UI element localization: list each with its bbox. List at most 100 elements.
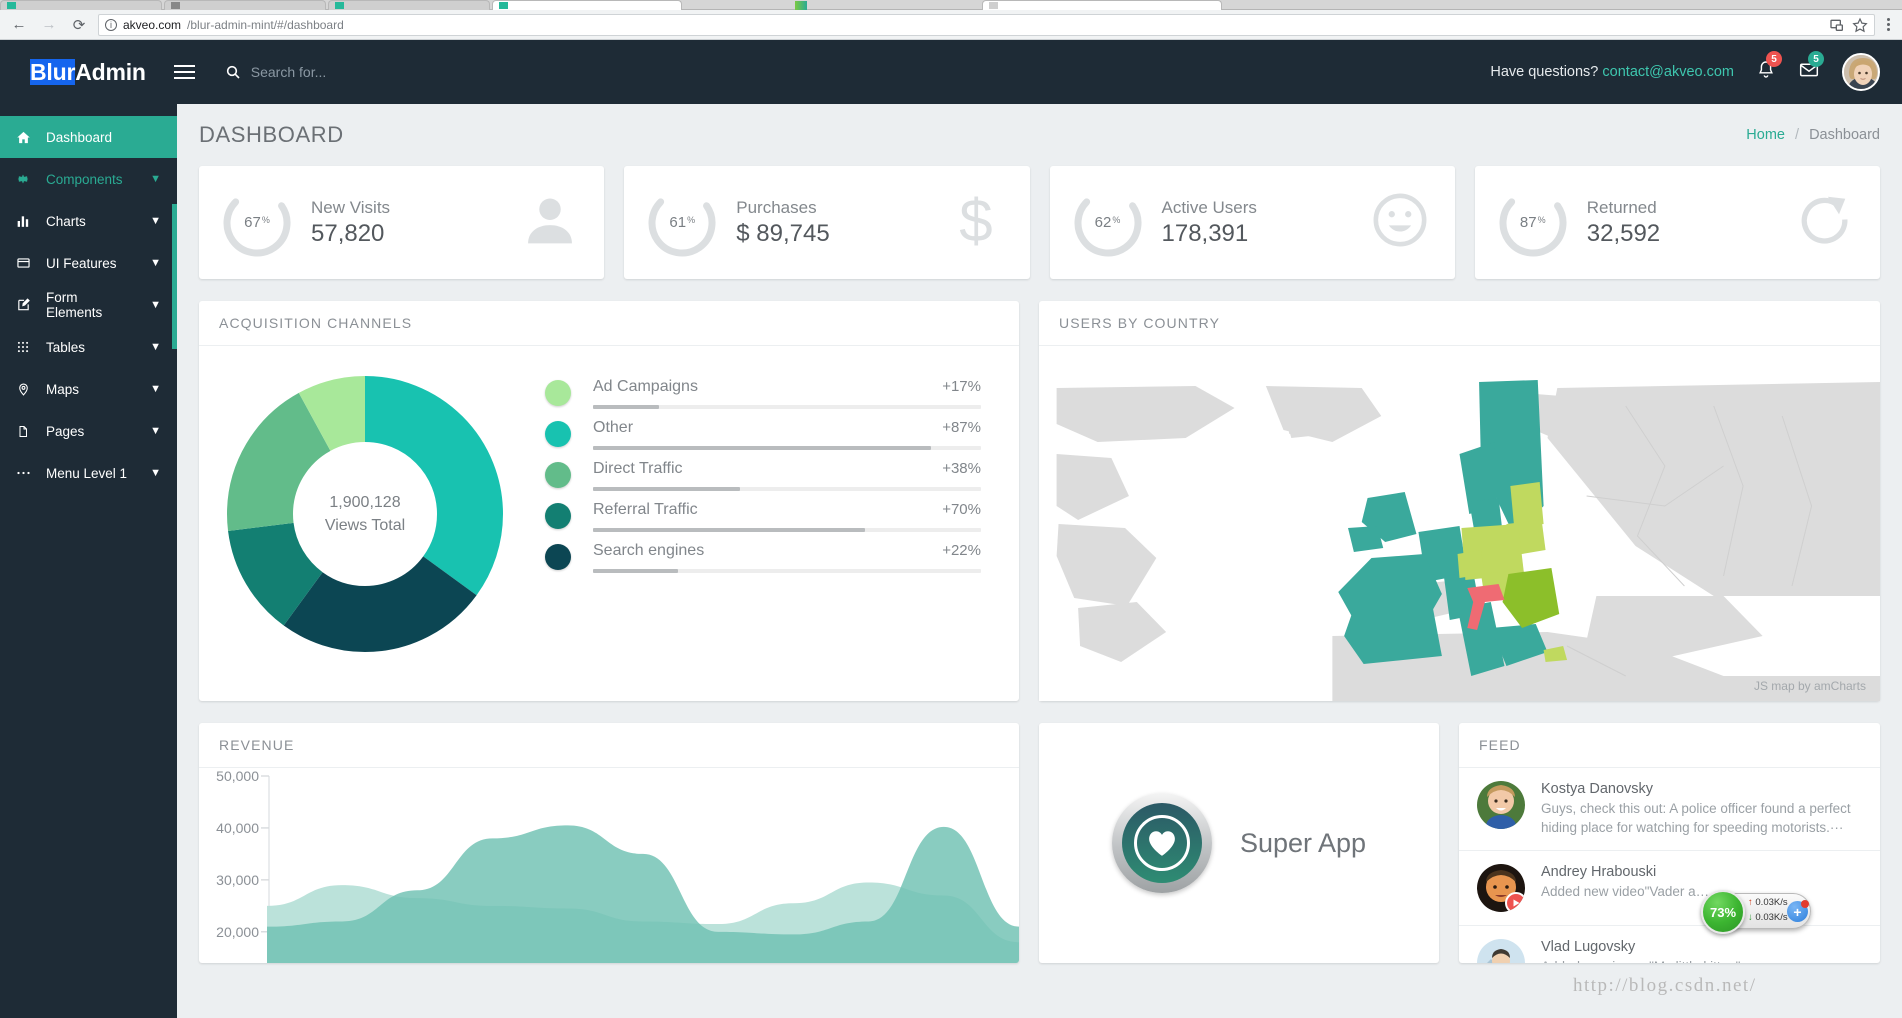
browser-tab[interactable] [328, 0, 490, 10]
refresh-icon [1796, 191, 1854, 254]
forward-arrow-icon[interactable]: → [38, 14, 60, 36]
sidebar-toggle-icon[interactable] [173, 65, 195, 79]
kebab-menu-icon[interactable] [1883, 18, 1894, 31]
feed-message: Guys, check this out: A police officer f… [1541, 801, 1851, 835]
browser-tab[interactable] [0, 0, 162, 10]
reload-icon[interactable]: ⟳ [68, 14, 90, 36]
y-axis-tick-label: 40,000 [216, 820, 259, 836]
sidebar-item-components[interactable]: Components ▼ [0, 158, 177, 200]
super-app-card[interactable]: Super App [1039, 723, 1439, 963]
back-arrow-icon[interactable]: ← [8, 14, 30, 36]
notifications-button[interactable]: 5 [1756, 51, 1782, 85]
cast-icon[interactable] [1829, 17, 1845, 33]
stat-card[interactable]: 61% Purchases $ 89,745 $ [624, 166, 1030, 279]
search-area [225, 64, 471, 80]
sidebar-item-menu-level-1[interactable]: Menu Level 1 ▼ [0, 452, 177, 494]
acquisition-channels-card: ACQUISITION CHANNELS 1,900,128 Views Tot… [199, 301, 1019, 701]
revenue-title: REVENUE [219, 737, 295, 753]
acquisition-donut-chart: 1,900,128 Views Total [215, 364, 515, 664]
gear-icon [14, 172, 32, 186]
site-info-icon[interactable]: i [105, 18, 117, 31]
grid-icon [14, 340, 32, 354]
legend-row[interactable]: Search engines +22% [545, 542, 981, 573]
alert-dot-icon [1801, 900, 1809, 908]
browser-tab-active[interactable] [492, 0, 682, 10]
chevron-down-icon[interactable]: ▼ [150, 299, 161, 311]
address-bar[interactable]: i akveo.com/blur-admin-mint/#/dashboard [98, 13, 1875, 36]
chevron-down-icon[interactable]: ▼ [150, 467, 161, 479]
stat-card[interactable]: 67% New Visits 57,820 [199, 166, 605, 279]
add-widget-button[interactable]: + [1787, 900, 1809, 922]
star-icon[interactable] [1852, 17, 1868, 33]
feed-message: Added new video"Vader a… [1541, 884, 1710, 900]
feed-text-block: Kostya Danovsky Guys, check this out: A p… [1541, 781, 1862, 837]
new-tab-button[interactable] [795, 1, 807, 10]
gauge-percent-value: 61 [669, 214, 687, 231]
legend-row[interactable]: Referral Traffic +70% [545, 501, 981, 532]
breadcrumb-home[interactable]: Home [1746, 127, 1785, 143]
legend-top: Ad Campaigns +17% [593, 378, 981, 396]
map-pin-icon [14, 382, 32, 397]
legend-delta: +22% [942, 542, 981, 559]
contact-email-link[interactable]: contact@akveo.com [1602, 64, 1734, 80]
feed-item[interactable]: Vlad Lugovsky Added new image"My little k… [1459, 926, 1880, 963]
url-path: /blur-admin-mint/#/dashboard [187, 17, 344, 32]
feed-item[interactable]: Andrey Hrabouski Added new video"Vader a… [1459, 851, 1880, 927]
search-input[interactable] [250, 64, 471, 80]
revenue-y-axis: 20,000 30,000 40,000 50,000 [216, 768, 270, 963]
browser-tab[interactable] [982, 0, 1222, 10]
legend-content: Referral Traffic +70% [593, 501, 981, 532]
y-axis-tick-label: 20,000 [216, 924, 259, 940]
feed-item[interactable]: Kostya Danovsky Guys, check this out: A p… [1459, 768, 1880, 852]
feed-text-block: Andrey Hrabouski Added new video"Vader a… [1541, 864, 1709, 912]
sidebar-item-charts[interactable]: Charts ▼ [0, 200, 177, 242]
system-monitor-widget[interactable]: 73% ↑ 0.03K/s ↓ 0.03K/s + [1701, 890, 1811, 934]
browser-tab[interactable] [164, 0, 326, 10]
sidebar-item-form-elements[interactable]: Form Elements ▼ [0, 284, 177, 326]
sidebar-item-ui-features[interactable]: UI Features ▼ [0, 242, 177, 284]
legend-row[interactable]: Ad Campaigns +17% [545, 378, 981, 409]
legend-row[interactable]: Other +87% [545, 419, 981, 450]
chevron-down-icon[interactable]: ▼ [150, 215, 161, 227]
brand-logo[interactable]: BlurAdmin [30, 58, 146, 86]
search-icon[interactable] [225, 64, 241, 80]
play-icon [1505, 892, 1525, 913]
sidebar-item-tables[interactable]: Tables ▼ [0, 326, 177, 368]
sidebar-item-pages[interactable]: Pages ▼ [0, 410, 177, 452]
feed-title: FEED [1479, 737, 1521, 753]
donut-total-label: Views Total [324, 517, 406, 534]
chevron-down-icon[interactable]: ▼ [150, 383, 161, 395]
avatar[interactable] [1842, 53, 1880, 91]
stat-text: Purchases $ 89,745 [736, 197, 829, 248]
url-host: akveo.com [123, 17, 182, 32]
sidebar-item-label: Dashboard [46, 129, 113, 145]
feed-card: FEED Kostya Danovsky Guys, check this out… [1459, 723, 1880, 963]
heart-icon [1149, 830, 1175, 856]
chevron-down-icon[interactable]: ▼ [150, 173, 161, 185]
world-map[interactable]: JS map by amCharts [1039, 346, 1880, 701]
legend-top: Search engines +22% [593, 542, 981, 560]
sidebar-item-dashboard[interactable]: Dashboard [0, 116, 177, 158]
messages-button[interactable]: 5 [1798, 51, 1824, 85]
acquisition-body: 1,900,128 Views Total Ad Campaigns +17% Ot… [199, 346, 1019, 664]
stat-card[interactable]: 87% Returned 32,592 [1474, 166, 1880, 279]
stat-value: $ 89,745 [736, 220, 830, 248]
legend-color-dot [545, 462, 571, 488]
sidebar-scrollbar[interactable] [172, 204, 177, 349]
chevron-down-icon[interactable]: ▼ [150, 257, 161, 269]
breadcrumb-current: Dashboard [1809, 127, 1880, 143]
legend-row[interactable]: Direct Traffic +38% [545, 460, 981, 491]
sidebar-item-maps[interactable]: Maps ▼ [0, 368, 177, 410]
topbar-right: Have questions? contact@akveo.com 5 5 [1490, 51, 1880, 91]
stat-card[interactable]: 62% Active Users 178,391 [1049, 166, 1455, 279]
analytics-row: ACQUISITION CHANNELS 1,900,128 Views Tot… [199, 301, 1880, 701]
main-content: DASHBOARD Home / Dashboard 67% New Visits… [177, 104, 1902, 1018]
gauge-percent-value: 87 [1519, 214, 1537, 231]
feed-author: Vlad Lugovsky [1541, 939, 1636, 956]
breadcrumb-separator: / [1795, 127, 1800, 143]
legend-content: Ad Campaigns +17% [593, 378, 981, 409]
person-icon [522, 192, 578, 253]
chevron-down-icon[interactable]: ▼ [150, 341, 161, 353]
top-navbar: BlurAdmin Have questions? contact@akveo.… [0, 40, 1902, 104]
chevron-down-icon[interactable]: ▼ [150, 425, 161, 437]
